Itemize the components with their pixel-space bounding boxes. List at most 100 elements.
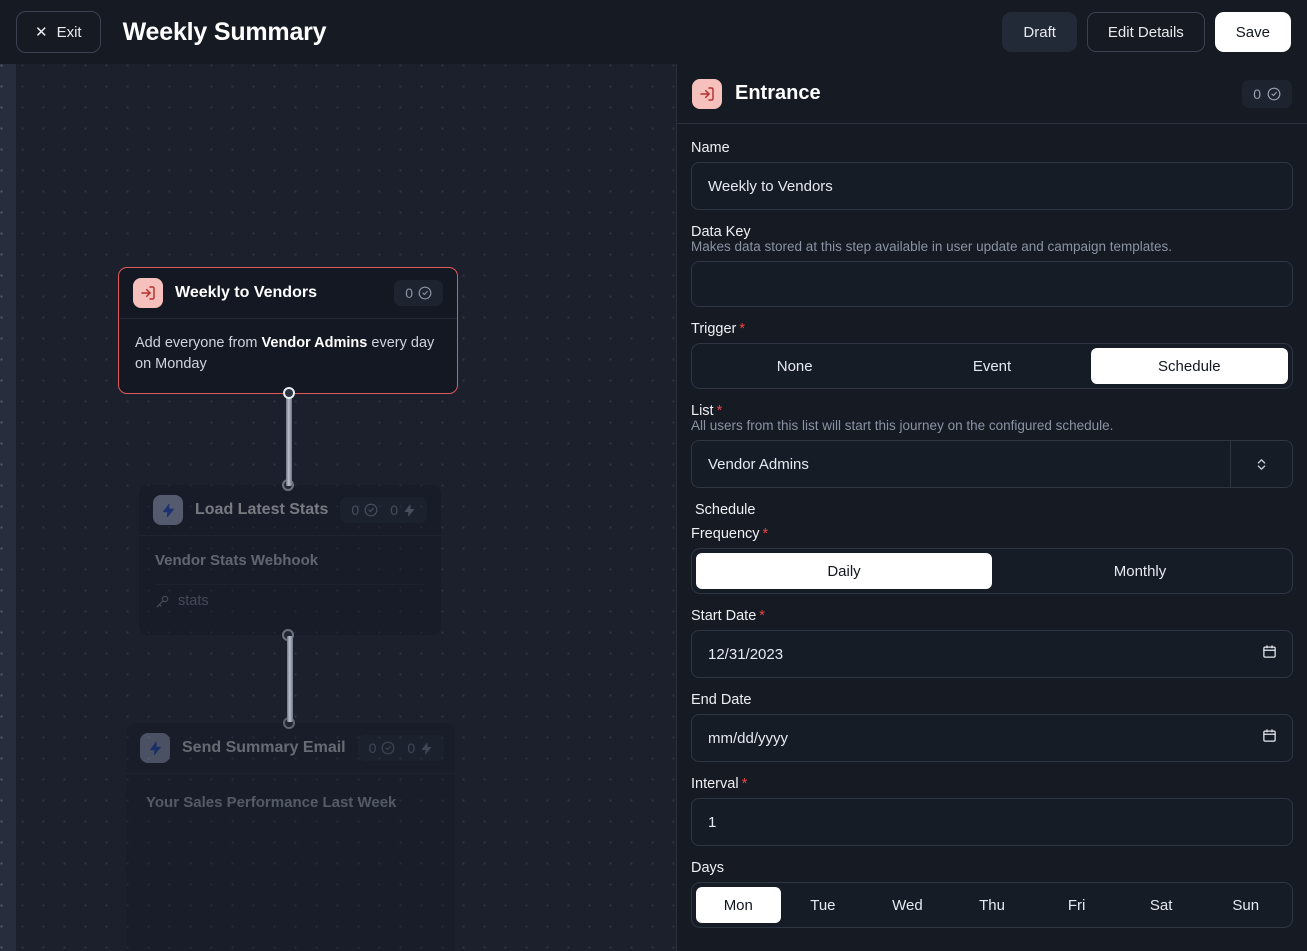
node-subtitle: Vendor Stats Webhook xyxy=(155,550,425,584)
exit-button-label: Exit xyxy=(57,24,82,41)
node-subtitle: Your Sales Performance Last Week xyxy=(146,792,435,826)
key-icon xyxy=(155,594,170,609)
schedule-section-label: Schedule xyxy=(695,502,1293,518)
node-title: Weekly to Vendors xyxy=(175,284,317,302)
name-label: Name xyxy=(691,140,1293,156)
required-marker: * xyxy=(759,608,765,624)
days-option-mon[interactable]: Mon xyxy=(696,887,781,923)
node-output-handle[interactable] xyxy=(283,387,295,399)
interval-input[interactable] xyxy=(691,798,1293,846)
name-input[interactable] xyxy=(691,162,1293,210)
trigger-option-event[interactable]: Event xyxy=(893,348,1090,384)
data-key-row: stats xyxy=(155,584,425,618)
days-option-wed[interactable]: Wed xyxy=(865,887,950,923)
frequency-option-daily[interactable]: Daily xyxy=(696,553,992,589)
node-load-latest-stats[interactable]: Load Latest Stats 0 0 xyxy=(139,485,441,635)
chevron-updown-icon[interactable] xyxy=(1230,441,1292,487)
save-button[interactable]: Save xyxy=(1215,12,1291,52)
journey-canvas[interactable]: Weekly to Vendors 0 Add everyone from Ve… xyxy=(0,64,677,951)
completed-count-value: 0 xyxy=(405,285,413,301)
trigger-option-none[interactable]: None xyxy=(696,348,893,384)
days-option-thu[interactable]: Thu xyxy=(950,887,1035,923)
required-marker: * xyxy=(717,403,723,419)
node-header: Load Latest Stats 0 0 xyxy=(139,485,441,536)
node-header: Send Summary Email 0 0 xyxy=(126,723,455,774)
error-count: 0 xyxy=(407,740,433,756)
list-select-value: Vendor Admins xyxy=(692,441,1230,487)
step-detail-panel: Entrance 0 Name Data Key Makes data stor… xyxy=(676,64,1307,951)
node-title: Load Latest Stats xyxy=(195,501,328,519)
bolt-icon xyxy=(153,495,183,525)
list-label-text: List xyxy=(691,403,714,419)
required-marker: * xyxy=(739,321,745,337)
data-key-input[interactable] xyxy=(691,261,1293,307)
list-field-group: List* All users from this list will star… xyxy=(691,403,1293,488)
interval-label-text: Interval xyxy=(691,776,739,792)
node-header: Weekly to Vendors 0 xyxy=(119,268,457,319)
list-select[interactable]: Vendor Admins xyxy=(691,440,1293,488)
error-count-value: 0 xyxy=(407,740,415,756)
frequency-label-text: Frequency xyxy=(691,526,760,542)
draft-button[interactable]: Draft xyxy=(1002,12,1077,52)
node-description-list: Vendor Admins xyxy=(262,335,368,351)
exit-button[interactable]: ✕ Exit xyxy=(16,11,101,53)
node-weekly-to-vendors[interactable]: Weekly to Vendors 0 Add everyone from Ve… xyxy=(118,267,458,394)
node-send-summary-email[interactable]: Send Summary Email 0 0 xyxy=(126,723,455,951)
frequency-option-monthly[interactable]: Monthly xyxy=(992,553,1288,589)
name-field-group: Name xyxy=(691,140,1293,210)
trigger-option-schedule[interactable]: Schedule xyxy=(1091,348,1288,384)
trigger-label-text: Trigger xyxy=(691,321,736,337)
start-date-label-text: Start Date xyxy=(691,608,756,624)
days-option-tue[interactable]: Tue xyxy=(781,887,866,923)
list-help: All users from this list will start this… xyxy=(691,418,1293,433)
close-icon: ✕ xyxy=(35,25,48,40)
frequency-segmented-control[interactable]: Daily Monthly xyxy=(691,548,1293,594)
edge-entrance-to-stats xyxy=(286,398,292,486)
check-circle-icon xyxy=(364,503,378,517)
trigger-field-group: Trigger* None Event Schedule xyxy=(691,321,1293,389)
days-field-group: Days Mon Tue Wed Thu Fri Sat Sun xyxy=(691,860,1293,928)
data-key-label: Data Key xyxy=(691,224,1293,240)
days-option-sun[interactable]: Sun xyxy=(1203,887,1288,923)
node-detail: Vendor Stats Webhook stats xyxy=(139,536,441,618)
completed-count-value: 0 xyxy=(369,740,377,756)
interval-field-group: Interval* xyxy=(691,776,1293,846)
bolt-icon xyxy=(420,742,433,755)
page-title: Weekly Summary xyxy=(123,18,327,47)
log-in-icon xyxy=(133,278,163,308)
end-date-input[interactable] xyxy=(691,714,1293,762)
completed-count: 0 xyxy=(351,502,378,518)
edit-details-button[interactable]: Edit Details xyxy=(1087,12,1205,52)
check-circle-icon xyxy=(418,286,432,300)
end-date-wrap xyxy=(691,714,1293,762)
data-key-field-group: Data Key Makes data stored at this step … xyxy=(691,224,1293,307)
error-count: 0 xyxy=(390,502,416,518)
days-segmented-control[interactable]: Mon Tue Wed Thu Fri Sat Sun xyxy=(691,882,1293,928)
list-label: List* xyxy=(691,403,1293,419)
interval-label: Interval* xyxy=(691,776,1293,792)
node-badges: 0 0 xyxy=(358,735,445,761)
days-option-fri[interactable]: Fri xyxy=(1034,887,1119,923)
node-detail: Your Sales Performance Last Week xyxy=(126,774,455,826)
start-date-input[interactable] xyxy=(691,630,1293,678)
required-marker: * xyxy=(763,526,769,542)
frequency-label: Frequency* xyxy=(691,526,1293,542)
check-circle-icon xyxy=(1267,87,1281,101)
end-date-field-group: End Date xyxy=(691,692,1293,762)
data-key-label: stats xyxy=(178,591,209,612)
trigger-label: Trigger* xyxy=(691,321,1293,337)
top-bar-actions: Draft Edit Details Save xyxy=(1002,12,1291,52)
days-label: Days xyxy=(691,860,1293,876)
required-marker: * xyxy=(742,776,748,792)
days-option-sat[interactable]: Sat xyxy=(1119,887,1204,923)
node-title: Send Summary Email xyxy=(182,739,346,757)
node-badges: 0 0 xyxy=(340,497,427,523)
completed-count: 0 xyxy=(405,285,432,301)
panel-form: Name Data Key Makes data stored at this … xyxy=(677,124,1307,928)
node-description-prefix: Add everyone from xyxy=(135,335,262,351)
start-date-label: Start Date* xyxy=(691,608,1293,624)
bolt-icon xyxy=(140,733,170,763)
panel-completed-badge: 0 xyxy=(1242,80,1292,108)
node-description: Add everyone from Vendor Admins every da… xyxy=(119,319,457,391)
trigger-segmented-control[interactable]: None Event Schedule xyxy=(691,343,1293,389)
